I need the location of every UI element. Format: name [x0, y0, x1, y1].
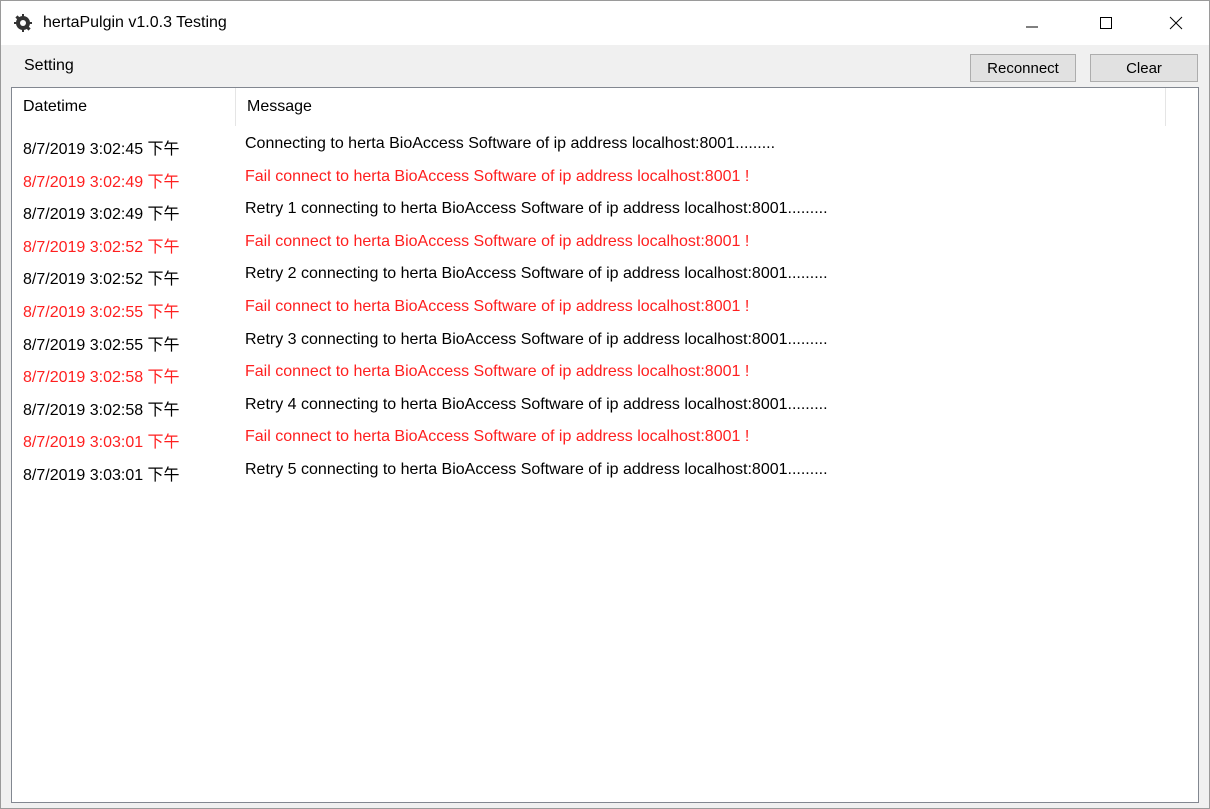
row-datetime: 8/7/2019 3:02:52 下午: [23, 238, 180, 256]
clear-button[interactable]: Clear: [1090, 54, 1198, 82]
row-datetime: 8/7/2019 3:02:49 下午: [23, 206, 180, 224]
table-row[interactable]: 8/7/2019 3:02:58 下午 Fail connect to herta…: [12, 356, 1198, 389]
row-datetime: 8/7/2019 3:02:58 下午: [23, 369, 180, 387]
row-datetime: 8/7/2019 3:02:55 下午: [23, 336, 180, 354]
table-row[interactable]: 8/7/2019 3:02:49 下午 Retry 1 connecting to…: [12, 193, 1198, 226]
minimize-icon: [1026, 26, 1038, 28]
close-button[interactable]: [1153, 1, 1199, 45]
title-bar[interactable]: hertaPulgin v1.0.3 Testing: [1, 1, 1209, 45]
menu-setting[interactable]: Setting: [18, 57, 80, 75]
table-row[interactable]: 8/7/2019 3:02:58 下午 Retry 4 connecting to…: [12, 389, 1198, 422]
row-datetime: 8/7/2019 3:03:01 下午: [23, 434, 180, 452]
row-datetime: 8/7/2019 3:03:01 下午: [23, 466, 180, 484]
row-datetime: 8/7/2019 3:02:55 下午: [23, 303, 180, 321]
minimize-button[interactable]: [1009, 1, 1055, 45]
table-row[interactable]: 8/7/2019 3:02:55 下午 Fail connect to herta…: [12, 291, 1198, 324]
column-header-filler: [1166, 88, 1198, 126]
app-window: hertaPulgin v1.0.3 Testing Setting Recon…: [0, 0, 1210, 809]
row-message: Fail connect to herta BioAccess Software…: [245, 167, 750, 185]
maximize-icon: [1100, 17, 1112, 29]
close-icon: [1169, 16, 1183, 30]
maximize-button[interactable]: [1083, 1, 1129, 45]
row-message: Retry 3 connecting to herta BioAccess So…: [245, 330, 828, 348]
list-header: Datetime Message: [12, 88, 1198, 126]
table-row[interactable]: 8/7/2019 3:02:45 下午 Connecting to herta B…: [12, 128, 1198, 161]
column-header-message[interactable]: Message: [236, 88, 1166, 126]
window-title: hertaPulgin v1.0.3 Testing: [43, 14, 227, 31]
table-row[interactable]: 8/7/2019 3:02:52 下午 Fail connect to herta…: [12, 226, 1198, 259]
table-row[interactable]: 8/7/2019 3:02:55 下午 Retry 3 connecting to…: [12, 324, 1198, 357]
row-datetime: 8/7/2019 3:02:58 下午: [23, 401, 180, 419]
row-datetime: 8/7/2019 3:02:49 下午: [23, 173, 180, 191]
row-message: Fail connect to herta BioAccess Software…: [245, 428, 750, 446]
row-message: Retry 1 connecting to herta BioAccess So…: [245, 200, 828, 218]
log-rows: 8/7/2019 3:02:45 下午 Connecting to herta B…: [12, 128, 1198, 487]
row-message: Fail connect to herta BioAccess Software…: [245, 232, 750, 250]
table-row[interactable]: 8/7/2019 3:02:52 下午 Retry 2 connecting to…: [12, 258, 1198, 291]
table-row[interactable]: 8/7/2019 3:02:49 下午 Fail connect to herta…: [12, 161, 1198, 194]
row-message: Fail connect to herta BioAccess Software…: [245, 363, 750, 381]
row-message: Connecting to herta BioAccess Software o…: [245, 135, 776, 152]
row-message: Fail connect to herta BioAccess Software…: [245, 297, 750, 315]
table-row[interactable]: 8/7/2019 3:03:01 下午 Retry 5 connecting to…: [12, 454, 1198, 487]
row-message: Retry 5 connecting to herta BioAccess So…: [245, 460, 828, 478]
row-message: Retry 4 connecting to herta BioAccess So…: [245, 395, 828, 413]
row-message: Retry 2 connecting to herta BioAccess So…: [245, 265, 828, 283]
app-settings-icon: [14, 14, 32, 32]
log-list-view[interactable]: Datetime Message 8/7/2019 3:02:45 下午 Conn…: [11, 87, 1199, 803]
menu-bar: Setting Reconnect Clear: [1, 45, 1209, 87]
row-datetime: 8/7/2019 3:02:52 下午: [23, 271, 180, 289]
table-row[interactable]: 8/7/2019 3:03:01 下午 Fail connect to herta…: [12, 421, 1198, 454]
column-header-datetime[interactable]: Datetime: [12, 88, 236, 126]
reconnect-button[interactable]: Reconnect: [970, 54, 1076, 82]
row-datetime: 8/7/2019 3:02:45 下午: [23, 141, 180, 158]
